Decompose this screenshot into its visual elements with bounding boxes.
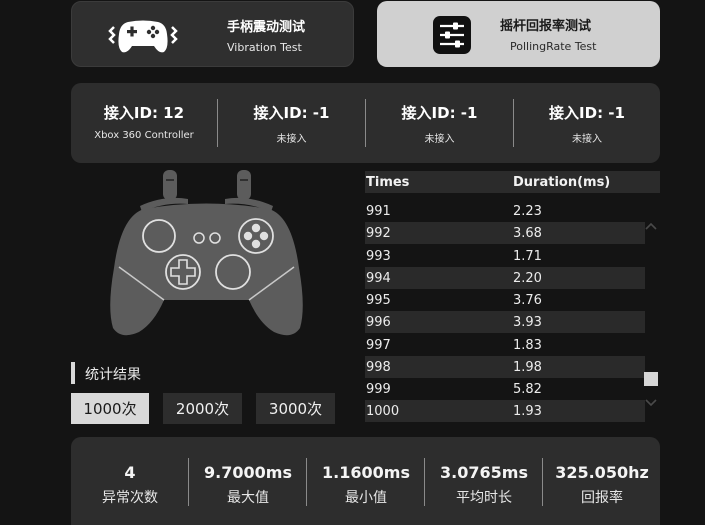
summary-value: 3.0765ms xyxy=(440,463,528,482)
column-header-times: Times xyxy=(366,175,410,190)
controller-status: 未接入 xyxy=(276,134,307,145)
sample-count-3000-button[interactable]: 3000次 xyxy=(256,393,335,424)
vibration-test-subtitle: Vibration Test xyxy=(227,41,302,54)
summary-value: 325.050hz xyxy=(555,463,649,482)
cell-times: 997 xyxy=(366,338,391,353)
xbox-controller-icon xyxy=(104,168,309,340)
table-row: 995 3.76 xyxy=(365,289,645,311)
table-row: 992 3.68 xyxy=(365,222,645,244)
summary-label: 最大值 xyxy=(227,490,269,506)
cell-times: 998 xyxy=(366,360,391,375)
table-header: Times Duration(ms) xyxy=(365,171,660,193)
cell-duration: 5.82 xyxy=(513,382,542,397)
controller-slot-3[interactable]: 接入ID: -1 未接入 xyxy=(366,83,513,163)
summary-max: 9.7000ms 最大值 xyxy=(189,437,307,525)
controller-status: 未接入 xyxy=(424,134,455,145)
cell-times: 1000 xyxy=(366,404,400,419)
polling-rate-test-subtitle: PollingRate Test xyxy=(510,40,597,53)
summary-label: 最小值 xyxy=(345,490,387,506)
polling-data-table[interactable]: Times Duration(ms) 991 2.23 992 3.68 993… xyxy=(365,171,660,424)
summary-value: 4 xyxy=(124,463,136,482)
table-row: 998 1.98 xyxy=(365,356,645,378)
scrollbar-thumb[interactable] xyxy=(644,372,658,386)
cell-duration: 3.76 xyxy=(513,293,542,308)
polling-rate-test-button[interactable]: 摇杆回报率测试 PollingRate Test xyxy=(377,1,660,67)
summary-label: 回报率 xyxy=(581,490,623,506)
summary-label: 异常次数 xyxy=(102,490,158,506)
vibration-test-title: 手柄震动测试 xyxy=(227,20,306,35)
cell-times: 996 xyxy=(366,315,391,330)
cell-duration: 3.93 xyxy=(513,315,542,330)
section-marker xyxy=(71,362,75,384)
cell-times: 995 xyxy=(366,293,391,308)
cell-times: 991 xyxy=(366,204,391,219)
controller-id-panel: 接入ID: 12 Xbox 360 Controller 接入ID: -1 未接… xyxy=(71,83,660,163)
summary-polling-rate: 325.050hz 回报率 xyxy=(543,437,661,525)
summary-min: 1.1600ms 最小值 xyxy=(307,437,425,525)
sample-count-2000-button[interactable]: 2000次 xyxy=(163,393,242,424)
controller-id: 接入ID: -1 xyxy=(549,104,625,122)
summary-average: 3.0765ms 平均时长 xyxy=(425,437,543,525)
table-row: 993 1.71 xyxy=(365,245,645,267)
controller-id: 接入ID: 12 xyxy=(103,104,185,122)
table-scrollbar[interactable] xyxy=(642,200,660,407)
polling-rate-test-title: 摇杆回报率测试 xyxy=(500,19,592,34)
table-row: 996 3.93 xyxy=(365,311,645,333)
cell-times: 993 xyxy=(366,249,391,264)
summary-value: 1.1600ms xyxy=(322,463,410,482)
summary-anomaly-count: 4 异常次数 xyxy=(71,437,189,525)
cell-duration: 3.68 xyxy=(513,226,542,241)
sliders-icon xyxy=(432,15,472,55)
controller-slot-2[interactable]: 接入ID: -1 未接入 xyxy=(218,83,365,163)
chevron-up-icon[interactable] xyxy=(644,216,658,230)
gamepad-vibration-icon xyxy=(108,16,178,56)
controller-id: 接入ID: -1 xyxy=(253,104,330,122)
controller-status: Xbox 360 Controller xyxy=(94,130,194,141)
cell-duration: 1.71 xyxy=(513,249,542,264)
cell-duration: 2.23 xyxy=(513,204,542,219)
chevron-down-icon[interactable] xyxy=(644,393,658,407)
controller-status: 未接入 xyxy=(572,134,602,145)
column-header-duration: Duration(ms) xyxy=(513,175,611,190)
table-row: 997 1.83 xyxy=(365,334,645,356)
cell-times: 994 xyxy=(366,271,391,286)
cell-times: 999 xyxy=(366,382,391,397)
vibration-test-button[interactable]: 手柄震动测试 Vibration Test xyxy=(71,1,354,67)
cell-times: 992 xyxy=(366,226,391,241)
controller-slot-1[interactable]: 接入ID: 12 Xbox 360 Controller xyxy=(71,83,217,163)
summary-value: 9.7000ms xyxy=(204,463,292,482)
table-row: 1000 1.93 xyxy=(365,400,645,422)
cell-duration: 1.83 xyxy=(513,338,542,353)
cell-duration: 1.98 xyxy=(513,360,542,375)
controller-id: 接入ID: -1 xyxy=(401,104,478,122)
stats-section-title: 统计结果 xyxy=(85,367,141,383)
summary-panel: 4 异常次数 9.7000ms 最大值 1.1600ms 最小值 3.0765m… xyxy=(71,437,660,525)
summary-label: 平均时长 xyxy=(456,490,512,506)
controller-slot-4[interactable]: 接入ID: -1 未接入 xyxy=(514,83,660,163)
cell-duration: 2.20 xyxy=(513,271,542,286)
sample-count-1000-button[interactable]: 1000次 xyxy=(71,393,149,424)
table-row: 999 5.82 xyxy=(365,378,645,400)
cell-duration: 1.93 xyxy=(513,404,542,419)
table-row: 994 2.20 xyxy=(365,267,645,289)
table-row: 991 2.23 xyxy=(365,200,645,222)
